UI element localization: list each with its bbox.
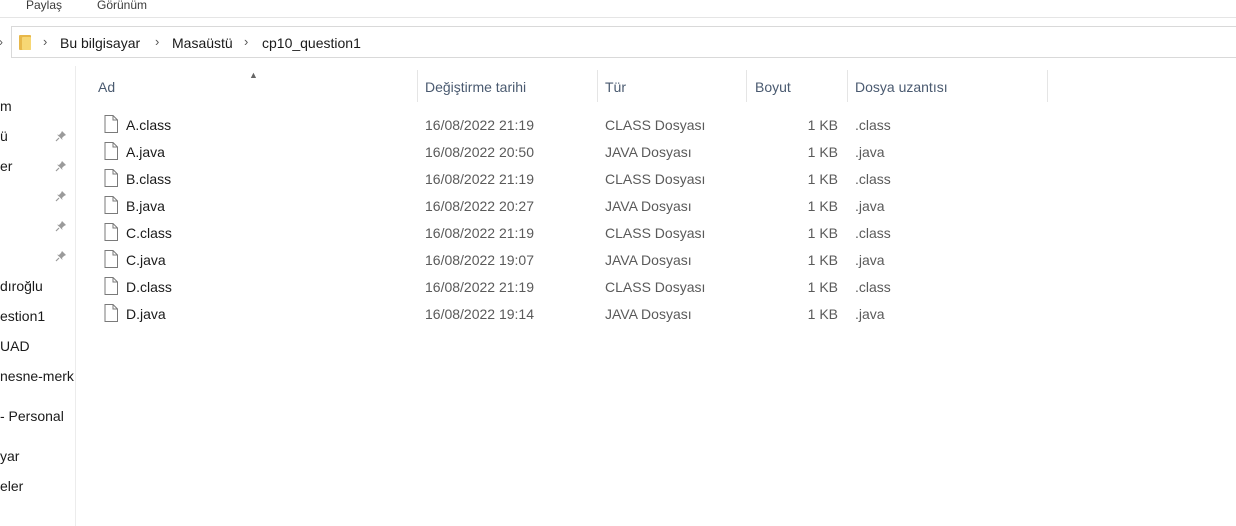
file-date: 16/08/2022 20:50 bbox=[425, 144, 534, 160]
file-type: CLASS Dosyası bbox=[605, 279, 706, 295]
file-type: JAVA Dosyası bbox=[605, 306, 692, 322]
column-header-name[interactable]: Ad bbox=[90, 70, 417, 102]
file-row[interactable]: A.java 16/08/2022 20:50 JAVA Dosyası 1 KB .j… bbox=[90, 139, 1050, 166]
nav-item[interactable]: UAD bbox=[0, 338, 30, 354]
file-type: CLASS Dosyası bbox=[605, 171, 706, 187]
file-date: 16/08/2022 20:27 bbox=[425, 198, 534, 214]
up-chevron-icon[interactable]: › bbox=[0, 35, 3, 49]
file-name[interactable]: D.java bbox=[126, 306, 166, 322]
file-extension: .class bbox=[855, 171, 891, 187]
nav-item[interactable]: er bbox=[0, 158, 12, 174]
nav-item[interactable]: nesne-merk bbox=[0, 368, 74, 384]
column-header-extension[interactable]: Dosya uzantısı bbox=[847, 70, 1047, 102]
pin-icon[interactable] bbox=[55, 190, 67, 202]
file-size: 1 KB bbox=[807, 198, 838, 214]
column-header-type[interactable]: Tür bbox=[597, 70, 747, 102]
file-date: 16/08/2022 21:19 bbox=[425, 225, 534, 241]
pin-icon[interactable] bbox=[55, 220, 67, 232]
column-header: Ad Değiştirme tarihi Tür Boyut Dosya uza… bbox=[90, 70, 1050, 102]
column-header-date[interactable]: Değiştirme tarihi bbox=[417, 70, 597, 102]
folder-icon bbox=[19, 35, 31, 50]
pin-icon[interactable] bbox=[55, 160, 67, 172]
nav-item[interactable]: - Personal bbox=[0, 408, 64, 424]
navigation-pane: m ü er dıroğlu estion1 UAD nesne-merk - … bbox=[0, 66, 76, 526]
file-row[interactable]: B.class 16/08/2022 21:19 CLASS Dosyası 1 KB… bbox=[90, 166, 1050, 193]
file-icon bbox=[104, 115, 118, 133]
file-size: 1 KB bbox=[807, 171, 838, 187]
file-name[interactable]: C.java bbox=[126, 252, 166, 268]
pin-icon[interactable] bbox=[55, 130, 67, 142]
nav-item[interactable]: yar bbox=[0, 448, 19, 464]
nav-item[interactable]: m bbox=[0, 98, 12, 114]
ribbon-tabs: Paylaş Görünüm bbox=[0, 0, 1236, 18]
ribbon-tab-view[interactable]: Görünüm bbox=[97, 0, 147, 12]
ribbon-tab-share[interactable]: Paylaş bbox=[26, 0, 62, 12]
chevron-right-icon[interactable]: › bbox=[155, 34, 159, 49]
file-row[interactable]: D.class 16/08/2022 21:19 CLASS Dosyası 1 KB… bbox=[90, 274, 1050, 301]
file-date: 16/08/2022 21:19 bbox=[425, 171, 534, 187]
file-icon bbox=[104, 277, 118, 295]
nav-item[interactable]: ü bbox=[0, 128, 8, 144]
file-extension: .class bbox=[855, 279, 891, 295]
column-divider[interactable] bbox=[1047, 70, 1048, 102]
file-date: 16/08/2022 21:19 bbox=[425, 279, 534, 295]
address-bar-row: › › Bu bilgisayar › Masaüstü › cp10_ques… bbox=[0, 18, 1236, 66]
file-size: 1 KB bbox=[807, 117, 838, 133]
file-type: CLASS Dosyası bbox=[605, 117, 706, 133]
file-date: 16/08/2022 19:07 bbox=[425, 252, 534, 268]
file-row[interactable]: C.java 16/08/2022 19:07 JAVA Dosyası 1 KB .j… bbox=[90, 247, 1050, 274]
file-extension: .class bbox=[855, 225, 891, 241]
file-icon bbox=[104, 196, 118, 214]
column-header-size[interactable]: Boyut bbox=[747, 70, 847, 102]
chevron-right-icon[interactable]: › bbox=[43, 34, 47, 49]
file-icon bbox=[104, 250, 118, 268]
breadcrumb-desktop[interactable]: Masaüstü bbox=[172, 35, 233, 51]
file-type: JAVA Dosyası bbox=[605, 198, 692, 214]
file-icon bbox=[104, 223, 118, 241]
file-icon bbox=[104, 142, 118, 160]
file-name[interactable]: D.class bbox=[126, 279, 172, 295]
file-type: JAVA Dosyası bbox=[605, 252, 692, 268]
file-size: 1 KB bbox=[807, 225, 838, 241]
file-extension: .java bbox=[855, 252, 885, 268]
file-icon bbox=[104, 304, 118, 322]
chevron-right-icon[interactable]: › bbox=[244, 34, 248, 49]
file-size: 1 KB bbox=[807, 306, 838, 322]
file-icon bbox=[104, 169, 118, 187]
address-bar[interactable]: › Bu bilgisayar › Masaüstü › cp10_questi… bbox=[11, 26, 1236, 58]
file-extension: .java bbox=[855, 198, 885, 214]
file-name[interactable]: B.java bbox=[126, 198, 165, 214]
file-size: 1 KB bbox=[807, 252, 838, 268]
file-extension: .java bbox=[855, 144, 885, 160]
file-date: 16/08/2022 19:14 bbox=[425, 306, 534, 322]
file-name[interactable]: A.class bbox=[126, 117, 171, 133]
breadcrumb-folder[interactable]: cp10_question1 bbox=[262, 35, 361, 51]
nav-item[interactable]: dıroğlu bbox=[0, 278, 43, 294]
file-size: 1 KB bbox=[807, 279, 838, 295]
file-name[interactable]: A.java bbox=[126, 144, 165, 160]
file-type: CLASS Dosyası bbox=[605, 225, 706, 241]
nav-item[interactable]: estion1 bbox=[0, 308, 45, 324]
file-name[interactable]: C.class bbox=[126, 225, 172, 241]
file-row[interactable]: D.java 16/08/2022 19:14 JAVA Dosyası 1 KB .j… bbox=[90, 301, 1050, 328]
file-extension: .java bbox=[855, 306, 885, 322]
file-list: A.class 16/08/2022 21:19 CLASS Dosyası 1 KB… bbox=[90, 112, 1050, 328]
breadcrumb-this-pc[interactable]: Bu bilgisayar bbox=[60, 35, 140, 51]
file-row[interactable]: B.java 16/08/2022 20:27 JAVA Dosyası 1 KB .j… bbox=[90, 193, 1050, 220]
file-extension: .class bbox=[855, 117, 891, 133]
file-date: 16/08/2022 21:19 bbox=[425, 117, 534, 133]
file-row[interactable]: C.class 16/08/2022 21:19 CLASS Dosyası 1 KB… bbox=[90, 220, 1050, 247]
file-name[interactable]: B.class bbox=[126, 171, 171, 187]
pin-icon[interactable] bbox=[55, 250, 67, 262]
file-row[interactable]: A.class 16/08/2022 21:19 CLASS Dosyası 1 KB… bbox=[90, 112, 1050, 139]
file-size: 1 KB bbox=[807, 144, 838, 160]
nav-item[interactable]: eler bbox=[0, 478, 23, 494]
file-type: JAVA Dosyası bbox=[605, 144, 692, 160]
